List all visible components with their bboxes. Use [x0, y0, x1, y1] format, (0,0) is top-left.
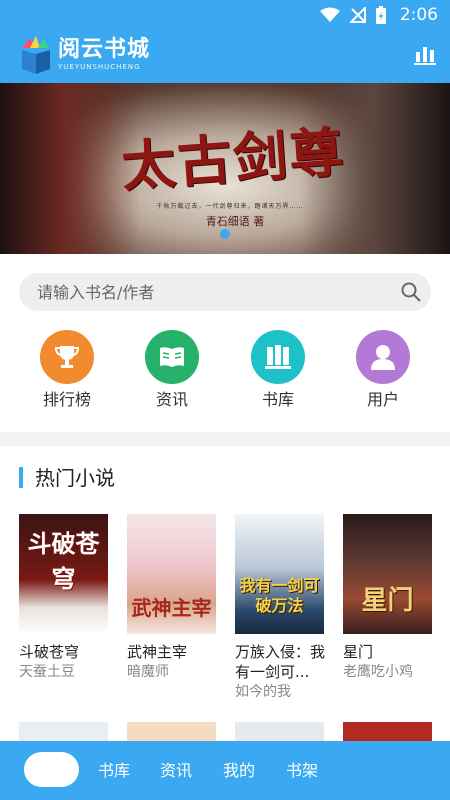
bottom-nav: 书库 资讯 我的 书架 — [0, 741, 450, 800]
status-time: 2:06 — [399, 5, 438, 25]
brand-subtitle: YUEYUNSHUCHENG — [58, 63, 141, 71]
battery-icon — [376, 6, 386, 24]
search-input[interactable] — [37, 273, 387, 311]
bottom-nav-bookshelf[interactable]: 书架 — [286, 760, 318, 782]
book-cover-partial[interactable] — [343, 722, 432, 742]
quick-nav-label: 用户 — [366, 390, 399, 409]
bottom-nav-news[interactable]: 资讯 — [160, 760, 192, 782]
quick-nav-label: 排行榜 — [42, 390, 91, 409]
no-sim-icon — [348, 5, 366, 23]
book-author: 老鹰吃小鸡 — [343, 664, 413, 680]
book-open-icon — [145, 330, 199, 384]
bottom-nav-mine[interactable]: 我的 — [223, 760, 255, 782]
home-button[interactable] — [24, 752, 79, 787]
bar-stats-icon[interactable] — [414, 44, 436, 66]
bookshelf-icon — [251, 330, 305, 384]
status-icons — [320, 5, 386, 24]
quick-nav-label: 书库 — [261, 390, 294, 409]
book-author: 如今的我 — [235, 684, 291, 700]
quick-nav-label: 资讯 — [155, 390, 188, 409]
brand: 阅云书城 YUEYUNSHUCHENG — [58, 36, 150, 72]
brand-name: 阅云书城 — [58, 36, 151, 62]
section-title: 热门小说 — [35, 466, 115, 490]
book-author: 天蚕土豆 — [19, 664, 75, 680]
carousel-indicator[interactable] — [220, 229, 230, 239]
book-cover-partial[interactable] — [19, 722, 108, 742]
section-divider — [0, 432, 450, 446]
book-title[interactable]: 万族入侵：我有一剑可... — [235, 642, 329, 682]
book-cover-title: 武神主宰 — [131, 596, 212, 620]
quick-nav-ranking[interactable]: 排行榜 — [27, 330, 107, 410]
book-title[interactable]: 武神主宰 — [127, 642, 221, 662]
book-cover[interactable]: 星门 — [343, 514, 432, 634]
book-author: 暗魔师 — [127, 664, 169, 680]
book-title[interactable]: 斗破苍穹 — [19, 642, 113, 662]
search-bar[interactable] — [19, 273, 431, 311]
status-bar: 2:06 — [0, 0, 450, 30]
book-cover[interactable]: 斗破苍穹 — [19, 514, 108, 634]
quick-nav-news[interactable]: 资讯 — [132, 330, 212, 410]
banner-tagline: 千秋万载过去，一代剑尊归来，踏诸天万界…… — [156, 203, 304, 210]
book-card[interactable]: 斗破苍穹 斗破苍穹 天蚕土豆 — [19, 514, 113, 682]
app-screen: 2:06 阅云书城 YUEYUNSHUCHENG 太古剑尊 千秋万载过去，一代剑… — [0, 0, 450, 800]
section-accent-bar — [19, 467, 23, 488]
book-cover[interactable]: 武神主宰 — [127, 514, 216, 634]
app-header: 2:06 阅云书城 YUEYUNSHUCHENG — [0, 0, 450, 83]
bottom-nav-library[interactable]: 书库 — [98, 760, 130, 782]
quick-nav: 排行榜 资讯 书库 用户 — [0, 330, 450, 410]
quick-nav-library[interactable]: 书库 — [238, 330, 318, 410]
book-cover-partial[interactable] — [127, 722, 216, 742]
wifi-icon — [320, 7, 340, 23]
user-icon — [356, 330, 410, 384]
book-cover-title: 我有一剑可破万法 — [239, 576, 320, 615]
book-card[interactable]: 星门 星门 老鹰吃小鸡 — [343, 514, 437, 682]
search-icon[interactable] — [401, 282, 421, 302]
promo-banner[interactable]: 太古剑尊 千秋万载过去，一代剑尊归来，踏诸天万界…… 青石细语 著 — [0, 83, 450, 254]
book-card[interactable]: 武神主宰 武神主宰 暗魔师 — [127, 514, 221, 682]
book-card[interactable]: 我有一剑可破万法 万族入侵：我有一剑可... 如今的我 — [235, 514, 329, 702]
banner-author: 青石细语 著 — [205, 215, 265, 228]
quick-nav-user[interactable]: 用户 — [343, 330, 423, 410]
book-cover-title: 斗破苍穹 — [27, 529, 100, 593]
book-cover-title: 星门 — [361, 586, 414, 616]
banner-title: 太古剑尊 — [119, 119, 348, 199]
book-cover-partial[interactable] — [235, 722, 324, 742]
book-title[interactable]: 星门 — [343, 642, 437, 662]
app-logo-icon — [20, 36, 52, 74]
book-cover[interactable]: 我有一剑可破万法 — [235, 514, 324, 634]
trophy-icon — [40, 330, 94, 384]
